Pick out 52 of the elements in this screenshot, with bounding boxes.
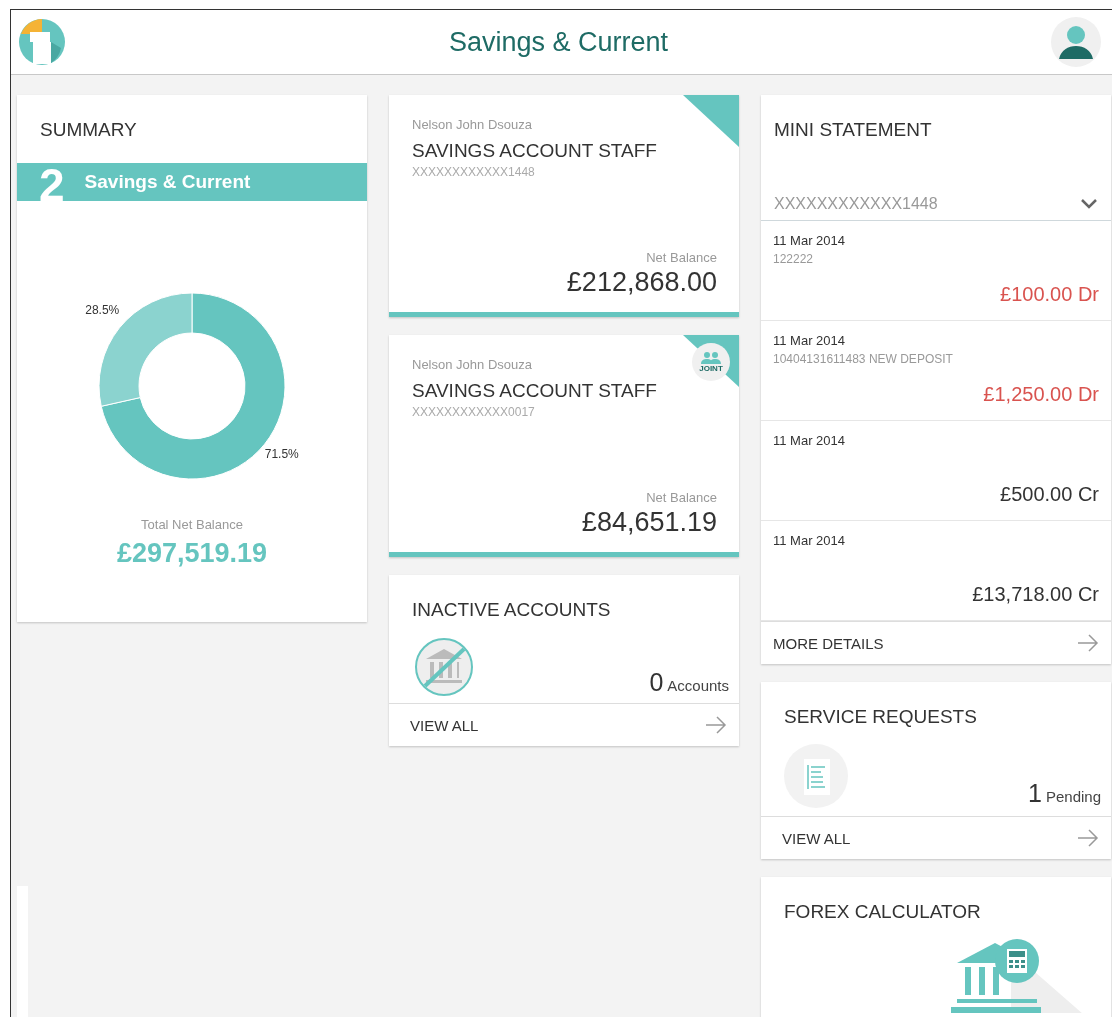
card-title: SUMMARY: [39, 118, 138, 141]
chevron-down-icon: [1081, 198, 1097, 209]
slice-label: 28.5%: [85, 303, 120, 318]
arrow-right-icon: [1077, 634, 1099, 652]
arrow-right-icon: [1077, 829, 1099, 847]
transaction-amount: £100.00 Dr: [999, 283, 1099, 306]
user-avatar-icon[interactable]: [1051, 17, 1101, 67]
account-card[interactable]: Nelson John Dsouza JOINT SAVINGS ACCOUNT STAFF XXXXXXXXXXXX0017 Net Balance £84,651.19: [389, 335, 739, 557]
badge-label: JOINT: [699, 363, 723, 373]
transaction-description: 122222: [773, 252, 815, 266]
total-label: Total Net Balance: [140, 517, 244, 532]
account-name: SAVINGS ACCOUNT STAFF: [412, 380, 658, 402]
logo-icon: [18, 18, 66, 66]
account-name: SAVINGS ACCOUNT STAFF: [412, 140, 658, 162]
net-balance: £84,651.19: [580, 507, 717, 538]
transaction-amount: £13,718.00 Cr: [971, 583, 1099, 606]
arrow-right-icon: [705, 716, 727, 734]
total-balance: £297,519.19: [115, 538, 269, 570]
transaction-amount: £500.00 Cr: [999, 483, 1099, 506]
account-holder: Nelson John Dsouza: [412, 117, 532, 132]
account-number: XXXXXXXXXXXX1448: [412, 165, 536, 179]
corner-tab-icon: [683, 95, 739, 147]
transaction-amount: £1,250.00 Dr: [982, 383, 1099, 406]
balance-label: Net Balance: [645, 490, 717, 505]
transaction-date: 11 Mar 2014: [773, 533, 847, 548]
account-count: 2: [39, 166, 65, 204]
net-balance: £212,868.00: [565, 267, 717, 298]
transaction-date: 11 Mar 2014: [773, 433, 847, 448]
card-title: MINI STATEMENT: [773, 118, 933, 141]
transaction-date: 11 Mar 2014: [773, 233, 847, 248]
more-details-link[interactable]: MORE DETAILS: [761, 621, 1111, 664]
pending-count: 1: [1028, 779, 1042, 808]
card-title: SERVICE REQUESTS: [783, 705, 978, 728]
transaction-description: 10404131611483 NEW DEPOSIT: [773, 352, 954, 366]
account-card[interactable]: Nelson John Dsouza SAVINGS ACCOUNT STAFF XXXXXXXXXXXX1448 Net Balance £212,868.00: [389, 95, 739, 317]
balance-label: Net Balance: [645, 250, 717, 265]
account-holder: Nelson John Dsouza: [412, 357, 532, 372]
forex-calculator-card[interactable]: FOREX CALCULATOR: [761, 877, 1111, 1017]
inactive-count: 0: [649, 668, 664, 697]
card-title: INACTIVE ACCOUNTS: [411, 598, 612, 621]
people-icon: [701, 351, 721, 364]
category-label: Savings & Current: [84, 171, 251, 193]
view-all-link[interactable]: VIEW ALL: [389, 703, 739, 746]
bank-crossed-icon: [412, 637, 476, 697]
account-number: XXXXXXXXXXXX0017: [412, 405, 536, 419]
count-unit: Accounts: [667, 677, 729, 694]
slice-label: 71.5%: [264, 446, 299, 461]
view-all-link[interactable]: VIEW ALL: [761, 816, 1111, 859]
card-title: FOREX CALCULATOR: [783, 900, 982, 923]
transaction-date: 11 Mar 2014: [773, 333, 847, 348]
count-unit: Pending: [1045, 788, 1101, 805]
page-title: Savings & Current: [448, 26, 669, 58]
